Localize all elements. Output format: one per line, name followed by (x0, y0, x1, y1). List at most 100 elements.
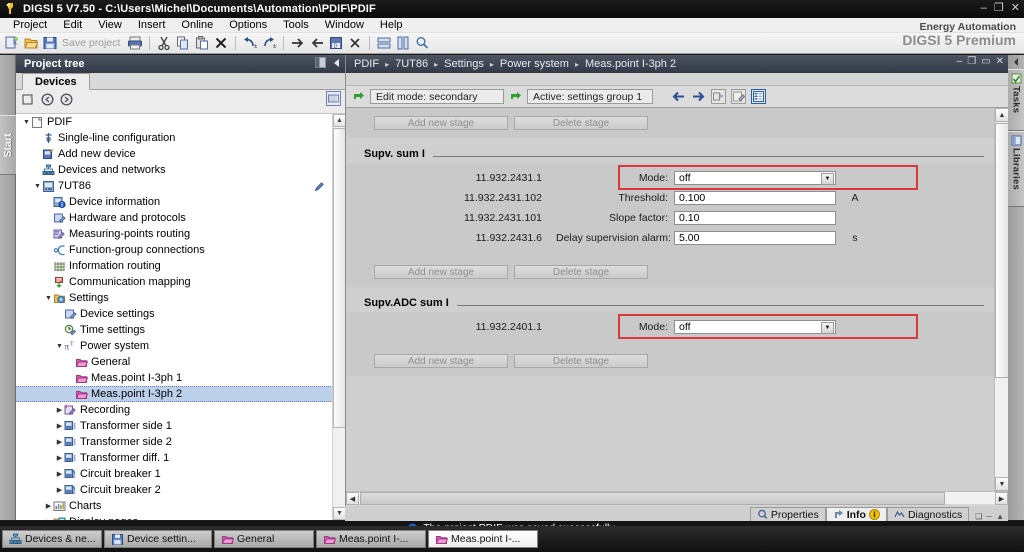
tree-node-communication-mapping[interactable]: Communication mapping (16, 274, 345, 290)
editor-scroll-up-button[interactable]: ▲ (995, 108, 1008, 122)
menu-item-view[interactable]: View (90, 18, 130, 33)
go-offline-icon[interactable] (309, 35, 325, 51)
setting-input[interactable]: 0.10 (674, 210, 836, 225)
delete-stage-button[interactable]: Delete stage (514, 265, 648, 279)
expanded-arrow-icon[interactable]: ▼ (44, 295, 53, 302)
tree-node-device-settings[interactable]: Device settings (16, 306, 345, 322)
back-arrow-icon[interactable] (671, 89, 686, 104)
tree-node-time-settings[interactable]: Time settings (16, 322, 345, 338)
split-vertical-icon[interactable] (395, 35, 411, 51)
editor-scroll-down-button[interactable]: ▼ (995, 477, 1008, 491)
tree-node-measuring-points-routing[interactable]: Measuring-points routing (16, 226, 345, 242)
breadcrumb-item-0[interactable]: PDIF (354, 58, 379, 70)
back-nav-icon[interactable] (41, 92, 54, 106)
collapsed-arrow-icon[interactable]: ▶ (55, 470, 64, 478)
setting-dropdown[interactable]: off ▼ (674, 319, 836, 334)
taskbar-item[interactable]: Meas.point I-... (316, 530, 426, 548)
tab-info[interactable]: Info (825, 507, 887, 521)
collapsed-arrow-icon[interactable]: ▶ (44, 518, 53, 520)
save-project-label[interactable]: Save project (62, 37, 120, 49)
expand-right-icon[interactable] (1008, 55, 1024, 69)
forward-arrow-icon[interactable] (691, 89, 706, 104)
collapsed-arrow-icon[interactable]: ▶ (44, 502, 53, 510)
tree-node-recording[interactable]: ▶ 4 Recording (16, 402, 345, 418)
setting-dropdown[interactable]: off ▼ (674, 170, 836, 185)
editor-horizontal-scrollbar[interactable]: ◀ ▶ (346, 491, 1008, 505)
cut-icon[interactable] (156, 35, 172, 51)
window-controls[interactable]: – ❐ ✕ (981, 1, 1020, 15)
editor-vertical-scrollbar[interactable]: ▲ ▼ (994, 108, 1008, 491)
tree-node-information-routing[interactable]: Information routing (16, 258, 345, 274)
editor-maximize-button[interactable]: ▭ (981, 56, 990, 67)
add-new-stage-button[interactable]: Add new stage (374, 354, 508, 368)
delete-stage-button[interactable]: Delete stage (514, 116, 648, 130)
new-project-icon[interactable] (4, 35, 20, 51)
collapsed-arrow-icon[interactable]: ▶ (55, 486, 64, 494)
tree-node-meas-point-i-3ph-1[interactable]: Meas.point I-3ph 1 (16, 370, 345, 386)
tree-node-add-new-device[interactable]: Add new device (16, 146, 345, 162)
setting-input[interactable]: 0.100 (674, 190, 836, 205)
tab-devices[interactable]: Devices (22, 73, 90, 90)
tree-node-circuit-breaker-1[interactable]: ▶ Circuit breaker 1 (16, 466, 345, 482)
tasks-vertical-tab[interactable]: Tasks (1008, 69, 1024, 131)
bottom-restore-icon[interactable]: ❏ (975, 512, 982, 521)
copy-icon[interactable] (175, 35, 191, 51)
menu-item-online[interactable]: Online (173, 18, 221, 33)
edit-chart-icon[interactable] (731, 89, 746, 104)
paste-icon[interactable] (194, 35, 210, 51)
delete-stage-button[interactable]: Delete stage (514, 354, 648, 368)
tree-node-transformer-side-2[interactable]: ▶ Transformer side 2 (16, 434, 345, 450)
expanded-arrow-icon[interactable]: ▼ (55, 343, 64, 350)
project-tree-header-controls[interactable] (315, 57, 341, 68)
save-icon[interactable] (42, 35, 58, 51)
delete-icon[interactable] (213, 35, 229, 51)
open-project-icon[interactable] (23, 35, 39, 51)
bottom-minimize-icon[interactable]: ─ (986, 512, 992, 521)
menu-item-edit[interactable]: Edit (55, 18, 90, 33)
edit-mode-selector[interactable]: Edit mode: secondary (370, 89, 504, 104)
libraries-vertical-tab[interactable]: Libraries (1008, 131, 1024, 207)
start-vertical-tab[interactable]: Start (0, 115, 16, 175)
tree-node-power-system[interactable]: ▼ π T Power system (16, 338, 345, 354)
expanded-arrow-icon[interactable]: ▼ (33, 183, 42, 190)
taskbar-item[interactable]: Devices & ne... (2, 530, 102, 548)
menu-item-project[interactable]: Project (5, 18, 55, 33)
new-folder-icon[interactable] (22, 93, 35, 106)
tree-node-hardware-and-protocols[interactable]: Hardware and protocols (16, 210, 345, 226)
settings-group-selector[interactable]: Active: settings group 1 (527, 89, 653, 104)
close-button[interactable]: ✕ (1011, 1, 1020, 15)
close-all-icon[interactable] (347, 35, 363, 51)
editor-window-controls[interactable]: – ❐ ▭ ✕ (957, 56, 1004, 67)
collapsed-arrow-icon[interactable]: ▶ (55, 422, 64, 430)
menu-item-insert[interactable]: Insert (130, 18, 174, 33)
tree-scroll-down-button[interactable]: ▼ (333, 507, 345, 520)
tab-properties[interactable]: Properties (749, 507, 826, 521)
bottom-panel-controls[interactable]: ❏ ─ ▲ (975, 512, 1004, 521)
maximize-button[interactable]: ❐ (994, 1, 1004, 15)
compare-icon[interactable] (711, 89, 726, 104)
tree-node-transformer-diff-1[interactable]: ▶ Transformer diff. 1 (16, 450, 345, 466)
split-horizontal-icon[interactable] (376, 35, 392, 51)
taskbar-item[interactable]: Meas.point I-... (428, 530, 538, 548)
tree-node-transformer-side-1[interactable]: ▶ Transformer side 1 (16, 418, 345, 434)
tree-node-circuit-breaker-2[interactable]: ▶ Circuit breaker 2 (16, 482, 345, 498)
editor-restore-button[interactable]: ❐ (967, 56, 976, 67)
tree-vertical-scrollbar[interactable]: ▲ ▼ (332, 114, 345, 520)
tree-node-pdif[interactable]: ▼ PDIF (16, 114, 345, 130)
tree-node-general[interactable]: General (16, 354, 345, 370)
editor-minimize-button[interactable]: – (957, 56, 963, 67)
redo-icon[interactable]: ± (261, 35, 277, 51)
tree-node-device-information[interactable]: Device information (16, 194, 345, 210)
breadcrumb-item-1[interactable]: 7UT86 (395, 58, 428, 70)
collapsed-arrow-icon[interactable]: ▶ (55, 454, 64, 462)
forward-nav-icon[interactable] (60, 92, 73, 106)
expanded-arrow-icon[interactable]: ▼ (22, 119, 31, 126)
editor-hscroll-thumb[interactable] (360, 492, 945, 505)
chevron-down-icon[interactable]: ▼ (821, 321, 834, 334)
menu-item-help[interactable]: Help (372, 18, 411, 33)
add-new-stage-button[interactable]: Add new stage (374, 265, 508, 279)
chevron-down-icon[interactable]: ▼ (821, 172, 834, 185)
edit-pencil-icon[interactable] (314, 181, 325, 192)
menu-item-window[interactable]: Window (317, 18, 372, 33)
tree-node-7ut86[interactable]: ▼ 7UT86 (16, 178, 345, 194)
